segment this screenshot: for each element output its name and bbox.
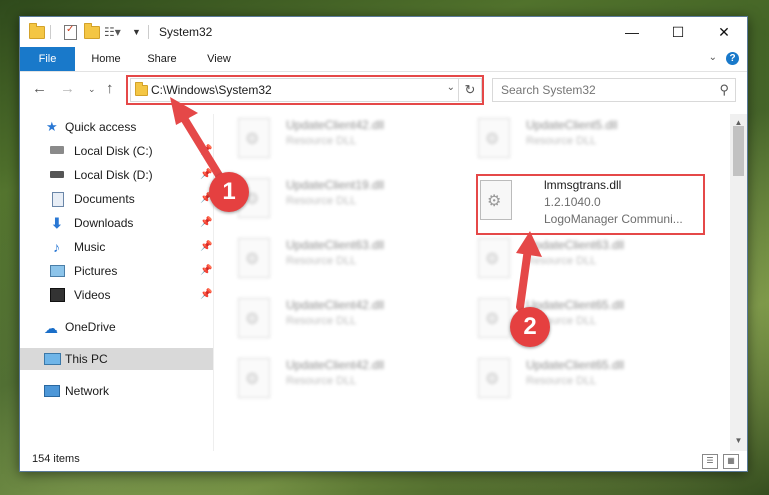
arrow-to-address [178,111,224,181]
arrow-to-file [516,245,532,311]
annotation-arrows [170,97,542,311]
step-badge-2: 2 [510,307,550,347]
step-badge-1: 1 [209,172,249,212]
arrow-head-file [516,231,542,257]
file-explorer-window: ☷▾ ▼ System32 — ☐ ✕ File Home Share View… [19,16,748,472]
